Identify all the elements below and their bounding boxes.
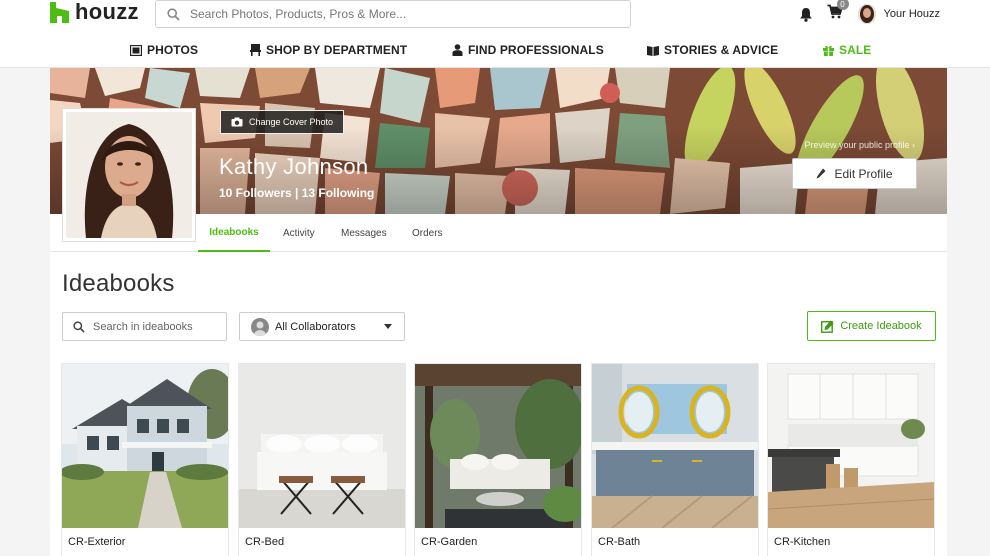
chevron-down-icon xyxy=(384,324,392,329)
ideabook-thumbnail xyxy=(239,364,405,528)
book-icon xyxy=(647,45,659,56)
avatar-image xyxy=(857,4,876,24)
ideabook-card[interactable]: CR-Kitchen xyxy=(768,364,934,556)
tab-orders[interactable]: Orders xyxy=(412,214,443,252)
edit-profile-button[interactable]: Edit Profile xyxy=(792,158,917,189)
nav-stories-label: STORIES & ADVICE xyxy=(664,43,779,57)
your-houzz-link[interactable]: Your Houzz xyxy=(884,8,940,20)
tab-messages[interactable]: Messages xyxy=(341,214,387,252)
pencil-icon xyxy=(816,168,826,179)
photos-icon xyxy=(130,44,142,56)
change-cover-photo-button[interactable]: Change Cover Photo xyxy=(220,110,345,134)
edit-profile-label: Edit Profile xyxy=(834,166,893,181)
preview-public-profile-link[interactable]: Preview your public profile › xyxy=(804,140,915,150)
ideabook-title: CR-Kitchen xyxy=(774,536,831,548)
ideabook-card[interactable]: CR-Exterior xyxy=(62,364,228,556)
user-group-icon xyxy=(251,317,269,336)
ideabook-card[interactable]: CR-Garden xyxy=(415,364,581,556)
nav-stories-advice[interactable]: STORIES & ADVICE xyxy=(647,40,778,60)
followers-following[interactable]: 10 Followers | 13 Following xyxy=(219,186,374,200)
ideabook-thumbnail xyxy=(768,364,934,528)
ideabook-title: CR-Bed xyxy=(245,536,285,548)
ideabook-card[interactable]: CR-Bath xyxy=(592,364,758,556)
nav-find-professionals[interactable]: FIND PROFESSIONALS xyxy=(452,40,604,60)
profile-photo[interactable] xyxy=(62,108,196,242)
houzz-logo-icon xyxy=(50,1,69,23)
nav-shop-label: SHOP BY DEPARTMENT xyxy=(266,43,408,57)
gift-icon xyxy=(823,45,834,56)
nav-photos-label: PHOTOS xyxy=(147,43,199,57)
cart-count-badge: 0 xyxy=(836,0,849,10)
main-navigation: PHOTOS SHOP BY DEPARTMENT FIND PROFESSIO… xyxy=(0,40,990,60)
page-title: Ideabooks xyxy=(62,270,175,297)
ideabooks-section: Ideabooks Search in ideabooks All Collab… xyxy=(50,252,947,556)
houzz-logo[interactable]: houzz xyxy=(50,0,139,24)
change-cover-label: Change Cover Photo xyxy=(249,117,334,127)
person-icon xyxy=(452,44,463,56)
cart-button[interactable]: 0 xyxy=(827,0,849,24)
create-ideabook-label: Create Ideabook xyxy=(840,320,922,332)
logo-text: houzz xyxy=(75,0,139,24)
header-user-area: 0 Your Houzz xyxy=(799,0,940,25)
nav-sale[interactable]: SALE xyxy=(823,40,871,60)
ideabook-title: CR-Bath xyxy=(598,536,641,548)
bell-icon[interactable] xyxy=(799,7,813,22)
global-search-input[interactable]: Search Photos, Products, Pros & More... xyxy=(155,0,631,28)
ideabook-search-input[interactable]: Search in ideabooks xyxy=(62,312,227,341)
nav-photos[interactable]: PHOTOS xyxy=(130,40,198,60)
collaborators-dropdown[interactable]: All Collaborators xyxy=(239,312,405,341)
ideabook-title: CR-Exterior xyxy=(68,536,126,548)
user-avatar[interactable] xyxy=(857,4,876,24)
nav-find-pros-label: FIND PROFESSIONALS xyxy=(468,43,604,57)
camera-icon xyxy=(231,117,243,127)
new-ideabook-icon xyxy=(821,320,834,333)
search-placeholder: Search Photos, Products, Pros & More... xyxy=(190,7,407,21)
chair-icon xyxy=(250,44,261,56)
tab-ideabooks[interactable]: Ideabooks xyxy=(198,214,270,252)
create-ideabook-button[interactable]: Create Ideabook xyxy=(807,311,936,341)
collaborators-label: All Collaborators xyxy=(275,320,356,333)
search-icon xyxy=(73,320,85,333)
ideabook-card[interactable]: CR-Bed xyxy=(239,364,405,556)
profile-name: Kathy Johnson xyxy=(219,154,369,179)
ideabook-thumbnail xyxy=(592,364,758,528)
profile-portrait-image xyxy=(66,112,192,238)
ideabook-thumbnail xyxy=(415,364,581,528)
tab-activity[interactable]: Activity xyxy=(283,214,315,252)
nav-shop-by-department[interactable]: SHOP BY DEPARTMENT xyxy=(250,40,407,60)
search-icon xyxy=(167,7,180,21)
nav-sale-label: SALE xyxy=(839,43,872,57)
ideabook-title: CR-Garden xyxy=(421,536,478,548)
ideabook-thumbnail xyxy=(62,364,228,528)
ideabook-search-placeholder: Search in ideabooks xyxy=(93,320,193,333)
